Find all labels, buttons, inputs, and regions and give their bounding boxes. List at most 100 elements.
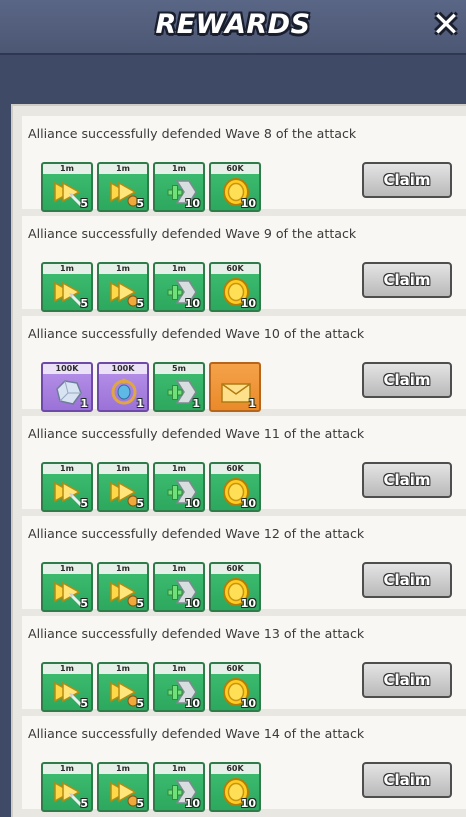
claim-button[interactable]: Claim: [362, 162, 452, 198]
item-badge: 1m: [155, 164, 203, 174]
rewards-list[interactable]: Alliance successfully defended Wave 8 of…: [11, 104, 466, 817]
reward-row: Alliance successfully defended Wave 12 o…: [22, 516, 466, 612]
item-quantity: 1: [248, 397, 256, 410]
claim-button[interactable]: Claim: [362, 262, 452, 298]
item-badge: 1m: [155, 764, 203, 774]
item-quantity: 10: [184, 497, 200, 510]
reward-item[interactable]: 1m 5: [41, 262, 93, 312]
reward-item[interactable]: 60K 10: [209, 762, 261, 812]
reward-item[interactable]: 60K 10: [209, 462, 261, 512]
item-quantity: 10: [240, 197, 256, 210]
reward-item[interactable]: 100K 1: [41, 362, 93, 412]
claim-button[interactable]: Claim: [362, 762, 452, 798]
item-quantity: 10: [184, 797, 200, 810]
item-badge: 1m: [155, 264, 203, 274]
reward-item[interactable]: 1m 10: [153, 462, 205, 512]
item-badge: 1m: [43, 464, 91, 474]
item-quantity: 5: [136, 797, 144, 810]
reward-item[interactable]: 1m 10: [153, 562, 205, 612]
claim-button[interactable]: Claim: [362, 662, 452, 698]
claim-button[interactable]: Claim: [362, 562, 452, 598]
reward-description: Alliance successfully defended Wave 13 o…: [28, 626, 365, 641]
reward-item[interactable]: 60K 10: [209, 662, 261, 712]
reward-item[interactable]: 1m 5: [97, 262, 149, 312]
item-badge: 1m: [99, 564, 147, 574]
item-badge: 60K: [211, 164, 259, 174]
item-quantity: 10: [184, 297, 200, 310]
item-badge: 1m: [99, 264, 147, 274]
item-badge: 100K: [43, 364, 91, 374]
reward-item[interactable]: 1m 10: [153, 262, 205, 312]
reward-description: Alliance successfully defended Wave 9 of…: [28, 226, 357, 241]
reward-item[interactable]: 1: [209, 362, 261, 412]
reward-description: Alliance successfully defended Wave 11 o…: [28, 426, 365, 441]
item-badge: 60K: [211, 664, 259, 674]
item-quantity: 10: [184, 197, 200, 210]
page-title: REWARDS: [155, 9, 311, 40]
item-badge: 60K: [211, 564, 259, 574]
reward-item[interactable]: 1m 5: [41, 762, 93, 812]
reward-description: Alliance successfully defended Wave 10 o…: [28, 326, 365, 341]
reward-item[interactable]: 1m 5: [97, 562, 149, 612]
item-badge: 1m: [155, 564, 203, 574]
reward-item[interactable]: 5m 1: [153, 362, 205, 412]
reward-row: Alliance successfully defended Wave 8 of…: [22, 116, 466, 212]
item-quantity: 5: [80, 697, 88, 710]
reward-row: Alliance successfully defended Wave 9 of…: [22, 216, 466, 312]
item-badge: 1m: [99, 764, 147, 774]
item-quantity: 10: [240, 797, 256, 810]
item-badge: 5m: [155, 364, 203, 374]
reward-row: Alliance successfully defended Wave 13 o…: [22, 616, 466, 712]
item-quantity: 1: [192, 397, 200, 410]
reward-item[interactable]: 60K 10: [209, 562, 261, 612]
reward-item[interactable]: 60K 10: [209, 262, 261, 312]
item-quantity: 5: [80, 297, 88, 310]
reward-row: Alliance successfully defended Wave 10 o…: [22, 316, 466, 412]
reward-description: Alliance successfully defended Wave 14 o…: [28, 726, 365, 741]
item-quantity: 10: [240, 297, 256, 310]
item-badge: 1m: [155, 464, 203, 474]
reward-item[interactable]: 60K 10: [209, 162, 261, 212]
header-bar: REWARDS ✕: [0, 0, 466, 55]
reward-item[interactable]: 1m 5: [41, 462, 93, 512]
reward-item[interactable]: 1m 5: [97, 462, 149, 512]
item-quantity: 5: [136, 297, 144, 310]
item-badge: 1m: [43, 564, 91, 574]
reward-item[interactable]: 1m 10: [153, 162, 205, 212]
item-badge: 1m: [43, 664, 91, 674]
reward-item[interactable]: 1m 10: [153, 662, 205, 712]
reward-item[interactable]: 1m 5: [41, 662, 93, 712]
item-quantity: 1: [136, 397, 144, 410]
item-badge: 1m: [99, 464, 147, 474]
reward-item[interactable]: 1m 5: [97, 662, 149, 712]
item-badge: 60K: [211, 264, 259, 274]
claim-button[interactable]: Claim: [362, 362, 452, 398]
item-quantity: 10: [184, 597, 200, 610]
item-quantity: 5: [136, 597, 144, 610]
reward-description: Alliance successfully defended Wave 8 of…: [28, 126, 357, 141]
item-badge: 1m: [155, 664, 203, 674]
item-badge: 1m: [43, 164, 91, 174]
reward-item[interactable]: 1m 5: [97, 762, 149, 812]
reward-item[interactable]: 1m 5: [41, 162, 93, 212]
item-badge: 60K: [211, 764, 259, 774]
item-quantity: 1: [80, 397, 88, 410]
item-quantity: 10: [240, 697, 256, 710]
item-quantity: 5: [80, 197, 88, 210]
item-quantity: 5: [136, 497, 144, 510]
item-badge: 1m: [99, 164, 147, 174]
item-badge: 1m: [43, 764, 91, 774]
reward-item[interactable]: 1m 10: [153, 762, 205, 812]
reward-item[interactable]: 100K 1: [97, 362, 149, 412]
item-quantity: 5: [80, 497, 88, 510]
reward-item[interactable]: 1m 5: [41, 562, 93, 612]
item-quantity: 5: [80, 797, 88, 810]
reward-item[interactable]: 1m 5: [97, 162, 149, 212]
item-quantity: 10: [240, 597, 256, 610]
item-badge: 1m: [99, 664, 147, 674]
item-quantity: 5: [136, 697, 144, 710]
item-quantity: 5: [80, 597, 88, 610]
item-quantity: 5: [136, 197, 144, 210]
close-icon[interactable]: ✕: [428, 6, 464, 44]
claim-button[interactable]: Claim: [362, 462, 452, 498]
